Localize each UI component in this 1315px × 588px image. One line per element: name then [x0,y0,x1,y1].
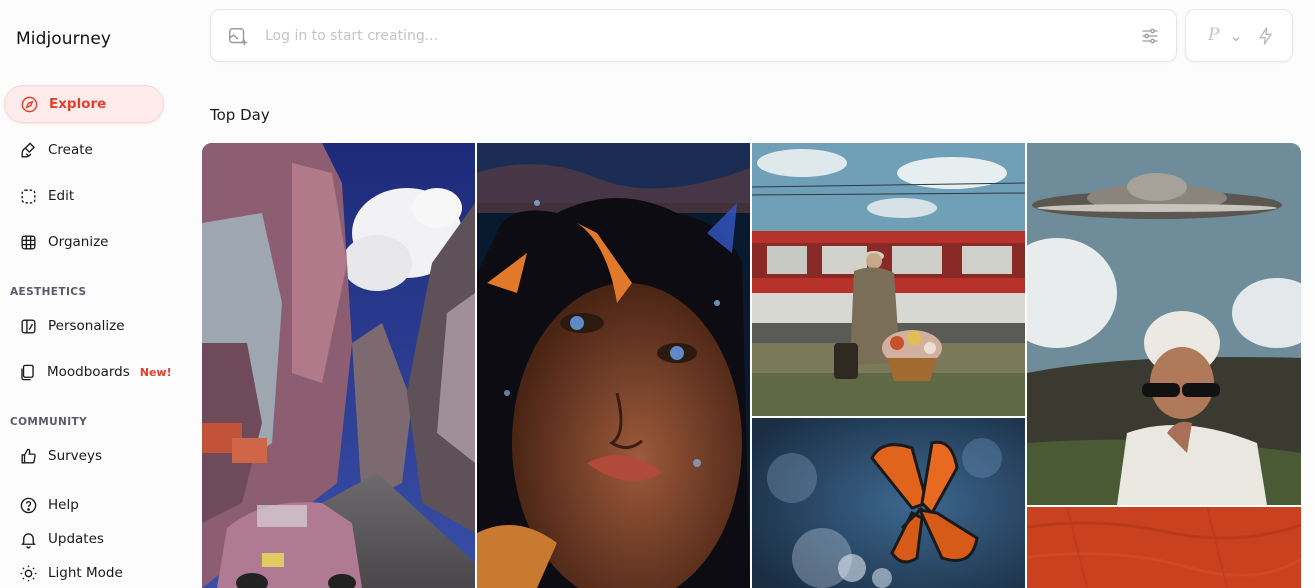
compass-icon [19,94,39,114]
bell-icon [18,529,38,549]
add-image-icon[interactable] [227,26,249,48]
gallery-image-underwater-portrait[interactable] [477,143,750,588]
nav-edit[interactable]: Edit [4,177,164,215]
section-label-aesthetics: AESTHETICS [10,286,87,298]
grid-icon [18,232,38,252]
lightning-icon[interactable] [1256,26,1276,46]
prompt-input[interactable] [265,24,1105,48]
gallery-image-ufo-portrait[interactable] [1027,143,1301,505]
nav-help-label: Help [48,497,79,513]
nav-explore-label: Explore [49,96,107,112]
nav-create-label: Create [48,142,93,158]
personalization-letter: P [1208,25,1220,45]
nav-edit-label: Edit [48,188,75,204]
nav-moodboards[interactable]: Moodboards New! [4,353,172,391]
thumbs-up-icon [18,446,38,466]
gallery-image-train-traveler[interactable] [752,143,1025,416]
nav-moodboards-label: Moodboards [47,364,130,380]
nav-organize-label: Organize [48,234,109,250]
sidebar: Midjourney Explore Create Edit Organize [0,0,192,588]
prompt-bar [210,9,1177,62]
nav-updates[interactable]: Updates [4,520,164,558]
mode-selector[interactable]: P [1185,9,1293,62]
nav-organize[interactable]: Organize [4,223,164,261]
brush-icon [18,140,38,160]
nav-create[interactable]: Create [4,131,164,169]
gallery-image-orange-texture[interactable] [1027,507,1301,588]
nav-explore[interactable]: Explore [4,85,164,123]
page-title: Top Day [210,106,270,124]
edit-frame-icon [18,186,38,206]
nav-light-mode-label: Light Mode [48,565,123,581]
nav-surveys-label: Surveys [48,448,102,464]
nav-surveys[interactable]: Surveys [4,437,164,475]
gallery-image-butterfly[interactable] [752,418,1025,588]
image-gallery [202,143,1301,588]
sun-icon [18,563,38,583]
nav-personalize-label: Personalize [48,318,125,334]
moodboard-icon [18,362,37,382]
chevron-down-icon [1230,30,1242,42]
nav-light-mode[interactable]: Light Mode [4,554,164,588]
section-label-community: COMMUNITY [10,416,88,428]
nav-personalize[interactable]: Personalize [4,307,164,345]
nav-help[interactable]: Help [4,486,164,524]
brand-logo[interactable]: Midjourney [16,29,111,49]
app-root: Midjourney Explore Create Edit Organize [0,0,1315,588]
personalize-icon [18,316,38,336]
new-badge: New! [139,365,172,379]
help-icon [18,495,38,515]
settings-sliders-icon[interactable] [1140,26,1160,46]
nav-updates-label: Updates [48,531,104,547]
gallery-image-city-street[interactable] [202,143,475,588]
